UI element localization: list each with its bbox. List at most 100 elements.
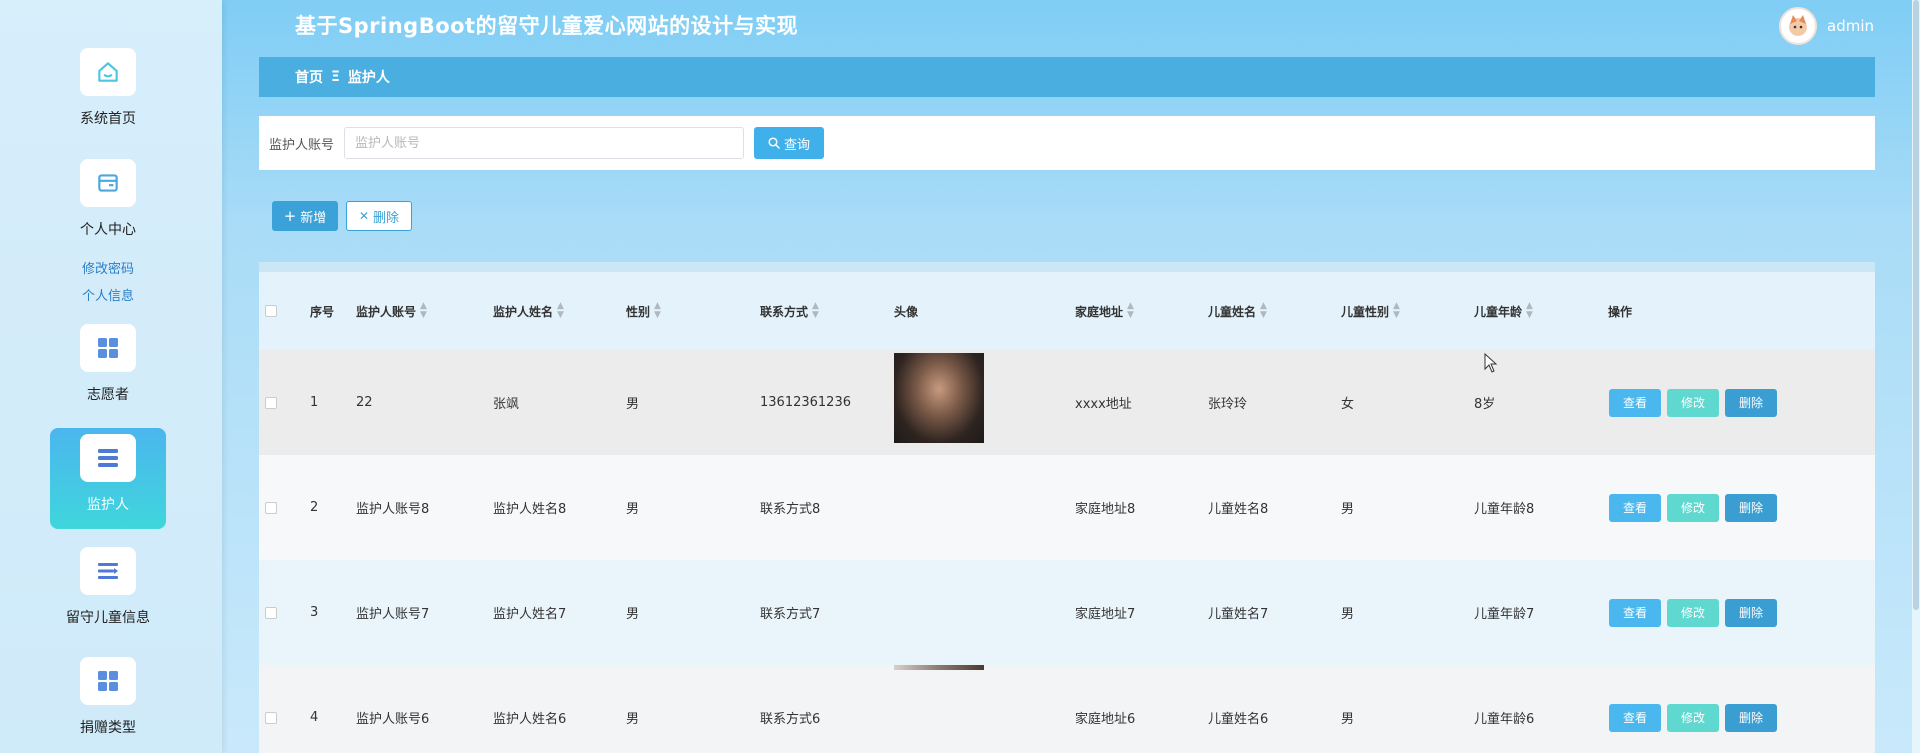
cell-index: 4 — [310, 710, 319, 725]
row-actions: 查看 修改 删除 — [1609, 388, 1777, 417]
guardian-table: 序号 监护人账号 ▲ ▼ 监护人姓名 ▲ ▼ 性别 ▲ ▼ 联系方式 ▲ ▼ 头像 家庭地址 ▲ ▼… — [259, 262, 1875, 753]
nav-item-guardian[interactable]: 监护人 — [50, 428, 166, 529]
avatar-photo[interactable] — [894, 353, 984, 443]
th-address[interactable]: 家庭地址 ▲ ▼ — [1075, 302, 1134, 320]
link-personal-info[interactable]: 个人信息 — [50, 285, 166, 304]
nav-item-left-behind-children[interactable]: 留守儿童信息 — [50, 547, 166, 627]
cell-child-age: 儿童年龄7 — [1474, 607, 1535, 622]
scrollbar-thumb[interactable] — [1913, 0, 1919, 610]
cell-child-name: 儿童姓名7 — [1208, 607, 1269, 622]
search-button[interactable]: 查询 — [754, 127, 825, 159]
cell-address: 家庭地址6 — [1075, 712, 1136, 727]
sort-icon: ▲ ▼ — [1526, 301, 1533, 320]
edit-button[interactable]: 修改 — [1667, 703, 1719, 732]
home-icon — [80, 48, 136, 96]
th-account[interactable]: 监护人账号 ▲ ▼ — [356, 302, 427, 320]
grid-icon — [80, 657, 136, 705]
cell-address: xxxx地址 — [1075, 397, 1132, 412]
view-button[interactable]: 查看 — [1609, 493, 1661, 522]
grid-icon — [80, 324, 136, 372]
cell-account: 监护人账号6 — [356, 712, 430, 727]
row-delete-button[interactable]: 删除 — [1725, 388, 1777, 417]
page-scrollbar[interactable] — [1912, 0, 1920, 753]
row-actions: 查看 修改 删除 — [1609, 493, 1777, 522]
breadcrumb-home[interactable]: 首页 — [295, 67, 323, 87]
sort-icon: ▲ ▼ — [812, 301, 819, 320]
th-gender[interactable]: 性别 ▲ ▼ — [626, 302, 661, 320]
avatar[interactable] — [1779, 7, 1817, 45]
row-delete-button[interactable]: 删除 — [1725, 493, 1777, 522]
cell-child-name: 儿童姓名6 — [1208, 712, 1269, 727]
cell-phone: 联系方式8 — [760, 502, 821, 517]
search-bar: 监护人账号 查询 — [259, 116, 1875, 170]
row-checkbox[interactable] — [265, 606, 277, 619]
sort-icon: ▲ ▼ — [1393, 301, 1400, 320]
nav-label-home: 系统首页 — [80, 111, 136, 127]
table-header: 序号 监护人账号 ▲ ▼ 监护人姓名 ▲ ▼ 性别 ▲ ▼ 联系方式 ▲ ▼ 头像 家庭地址 ▲ ▼… — [259, 262, 1875, 350]
list-arrow-icon — [80, 547, 136, 595]
sort-icon: ▲ ▼ — [420, 301, 427, 320]
th-index: 序号 — [310, 304, 335, 319]
sort-icon: ▲ ▼ — [654, 301, 661, 320]
cell-child-name: 张玲玲 — [1208, 397, 1248, 412]
cell-child-name: 儿童姓名8 — [1208, 502, 1269, 517]
nav-item-donation-type[interactable]: 捐赠类型 — [50, 657, 166, 737]
mouse-cursor-icon — [1484, 353, 1498, 373]
row-delete-button[interactable]: 删除 — [1725, 598, 1777, 627]
nav-item-volunteer[interactable]: 志愿者 — [50, 324, 166, 404]
cell-account: 22 — [356, 395, 373, 410]
sort-icon: ▲ ▼ — [1127, 301, 1134, 320]
cell-phone: 联系方式6 — [760, 712, 821, 727]
edit-button[interactable]: 修改 — [1667, 598, 1719, 627]
cell-index: 1 — [310, 395, 319, 410]
th-avatar: 头像 — [894, 304, 919, 319]
cell-account: 监护人账号8 — [356, 502, 430, 517]
cell-child-age: 8岁 — [1474, 397, 1496, 412]
th-name[interactable]: 监护人姓名 ▲ ▼ — [493, 302, 564, 320]
nav-item-profile[interactable]: 个人中心 — [50, 159, 166, 239]
row-actions: 查看 修改 删除 — [1609, 598, 1777, 627]
cell-index: 2 — [310, 500, 319, 515]
cell-gender: 男 — [626, 397, 640, 412]
cell-name: 张飒 — [493, 397, 520, 412]
nav-item-home[interactable]: 系统首页 — [50, 48, 166, 128]
select-all-checkbox[interactable] — [265, 305, 277, 317]
breadcrumb-separator: Ξ — [331, 69, 340, 85]
cell-address: 家庭地址7 — [1075, 607, 1136, 622]
row-checkbox[interactable] — [265, 711, 277, 724]
cell-name: 监护人姓名7 — [493, 607, 567, 622]
table-row: 3 监护人账号7 监护人姓名7 男 联系方式7 家庭地址7 儿童姓名7 男 儿童… — [259, 560, 1875, 665]
view-button[interactable]: 查看 — [1609, 703, 1661, 732]
user-menu[interactable]: admin — [1779, 7, 1874, 45]
th-child-name[interactable]: 儿童姓名 ▲ ▼ — [1208, 302, 1267, 320]
cell-child-gender: 男 — [1341, 712, 1355, 727]
th-phone[interactable]: 联系方式 ▲ ▼ — [760, 302, 819, 320]
plus-icon: + — [283, 206, 297, 225]
view-button[interactable]: 查看 — [1609, 388, 1661, 417]
cell-gender: 男 — [626, 502, 640, 517]
edit-button[interactable]: 修改 — [1667, 388, 1719, 417]
add-button-label: 新增 — [300, 210, 327, 226]
table-row: 4 监护人账号6 监护人姓名6 男 联系方式6 家庭地址6 儿童姓名6 男 儿童… — [259, 665, 1875, 753]
add-button[interactable]: + 新增 — [272, 201, 338, 231]
row-delete-button[interactable]: 删除 — [1725, 703, 1777, 732]
nav-label-left-behind-children: 留守儿童信息 — [66, 610, 150, 626]
th-child-age[interactable]: 儿童年龄 ▲ ▼ — [1474, 302, 1533, 320]
delete-button[interactable]: ✕ 删除 — [346, 201, 412, 231]
row-checkbox[interactable] — [265, 396, 277, 409]
user-name: admin — [1827, 17, 1874, 35]
avatar-photo[interactable] — [894, 665, 984, 670]
nav-label-donation-type: 捐赠类型 — [80, 720, 136, 736]
sort-icon: ▲ ▼ — [1260, 301, 1267, 320]
view-button[interactable]: 查看 — [1609, 598, 1661, 627]
th-child-gender[interactable]: 儿童性别 ▲ ▼ — [1341, 302, 1400, 320]
edit-button[interactable]: 修改 — [1667, 493, 1719, 522]
cell-address: 家庭地址8 — [1075, 502, 1136, 517]
cell-phone: 联系方式7 — [760, 607, 821, 622]
row-checkbox[interactable] — [265, 501, 277, 514]
nav-label-guardian: 监护人 — [87, 497, 129, 513]
search-input[interactable] — [344, 127, 745, 159]
link-change-password[interactable]: 修改密码 — [50, 258, 166, 277]
cell-name: 监护人姓名6 — [493, 712, 567, 727]
cell-phone: 13612361236 — [760, 395, 851, 410]
